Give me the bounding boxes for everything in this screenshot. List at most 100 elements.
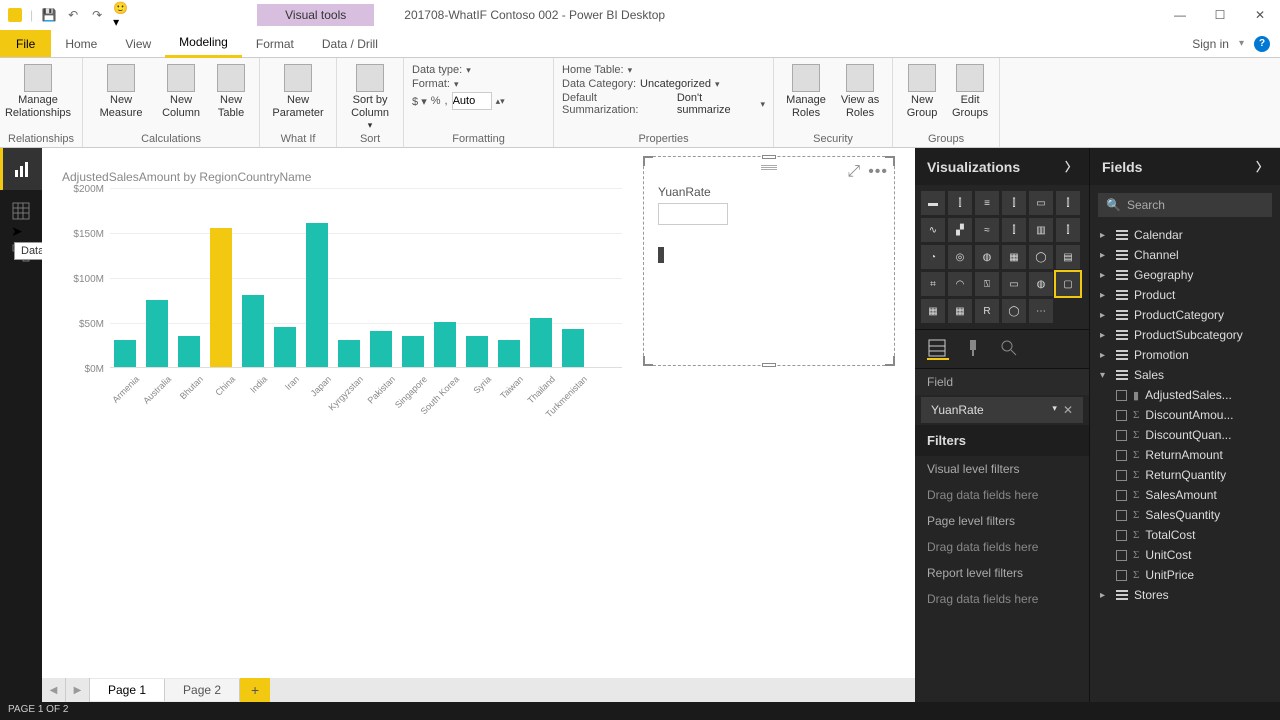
bar[interactable]	[146, 300, 168, 368]
drag-grip-icon[interactable]	[761, 165, 777, 171]
tab-view[interactable]: View	[111, 31, 165, 57]
viz-type-icon[interactable]: ▦	[948, 299, 972, 323]
tab-data-drill[interactable]: Data / Drill	[308, 31, 392, 57]
tab-home[interactable]: Home	[51, 31, 111, 57]
chevron-down-icon[interactable]: ▾	[1052, 403, 1057, 417]
field-row[interactable]: ΣSalesQuantity	[1090, 505, 1280, 525]
field-row[interactable]: ΣDiscountAmou...	[1090, 405, 1280, 425]
viz-type-icon[interactable]: ◎	[948, 245, 972, 269]
viz-type-icon[interactable]: ▥	[1029, 218, 1053, 242]
table-row[interactable]: ▸ProductSubcategory	[1090, 325, 1280, 345]
checkbox[interactable]	[1116, 470, 1127, 481]
report-view-button[interactable]	[0, 148, 42, 190]
report-canvas[interactable]: AdjustedSalesAmount by RegionCountryName…	[42, 148, 915, 678]
bar[interactable]	[338, 340, 360, 367]
viz-type-icon[interactable]: ⫿	[1002, 191, 1026, 215]
new-measure-button[interactable]: New Measure	[91, 62, 151, 120]
viz-type-icon[interactable]: ◍	[975, 245, 999, 269]
bar-chart[interactable]: $200M $150M $100M $50M $0M ArmeniaAustra…	[62, 188, 622, 408]
bar[interactable]	[370, 331, 392, 367]
field-row[interactable]: ΣTotalCost	[1090, 525, 1280, 545]
field-row[interactable]: ΣUnitPrice	[1090, 565, 1280, 585]
checkbox[interactable]	[1116, 450, 1127, 461]
new-table-button[interactable]: New Table	[211, 62, 251, 120]
viz-type-icon[interactable]: ▭	[1002, 272, 1026, 296]
checkbox[interactable]	[1116, 550, 1127, 561]
viz-type-icon[interactable]: ⫿	[1056, 191, 1080, 215]
fields-tool[interactable]	[927, 338, 949, 360]
save-icon[interactable]: 💾	[41, 7, 57, 23]
page-tab-1[interactable]: Page 1	[90, 679, 165, 701]
table-row[interactable]: ▸Product	[1090, 285, 1280, 305]
chevron-down-icon[interactable]: ▾	[1239, 38, 1244, 49]
bar[interactable]	[402, 336, 424, 368]
checkbox[interactable]	[1116, 530, 1127, 541]
viz-type-icon[interactable]: ◯	[1002, 299, 1026, 323]
bar[interactable]	[306, 223, 328, 367]
bar[interactable]	[210, 228, 232, 368]
analytics-tool[interactable]	[999, 338, 1021, 360]
slicer-input[interactable]	[658, 203, 728, 225]
table-row[interactable]: ▸Promotion	[1090, 345, 1280, 365]
checkbox[interactable]	[1116, 410, 1127, 421]
viz-type-icon[interactable]: ▦	[921, 299, 945, 323]
slicer-slider[interactable]	[658, 247, 664, 263]
bar[interactable]	[434, 322, 456, 367]
viz-type-icon[interactable]: ▞	[948, 218, 972, 242]
viz-type-icon[interactable]: ▦	[1002, 245, 1026, 269]
stepper-icon[interactable]: ▴▾	[496, 96, 505, 107]
manage-roles-button[interactable]: Manage Roles	[782, 62, 830, 120]
field-row[interactable]: ΣSalesAmount	[1090, 485, 1280, 505]
table-row[interactable]: ▸Calendar	[1090, 225, 1280, 245]
signin-link[interactable]: Sign in	[1192, 37, 1229, 51]
view-as-roles-button[interactable]: View as Roles	[836, 62, 884, 120]
undo-icon[interactable]: ↶	[65, 7, 81, 23]
bar[interactable]	[466, 336, 488, 368]
help-icon[interactable]: ?	[1254, 36, 1270, 52]
viz-type-icon[interactable]: ⌗	[921, 272, 945, 296]
smiley-icon[interactable]: 🙂▾	[113, 7, 129, 23]
page-next-button[interactable]: ▶	[66, 678, 90, 702]
bar[interactable]	[274, 327, 296, 368]
field-row[interactable]: ▮AdjustedSales...	[1090, 385, 1280, 405]
minimize-button[interactable]: —	[1160, 1, 1200, 29]
viz-type-icon[interactable]: ⫿	[1056, 218, 1080, 242]
new-group-button[interactable]: New Group	[901, 62, 943, 120]
page-tab-2[interactable]: Page 2	[165, 679, 240, 701]
viz-type-icon[interactable]: ⫿	[1002, 218, 1026, 242]
viz-type-icon[interactable]: ◔	[921, 245, 945, 269]
field-row[interactable]: ΣReturnAmount	[1090, 445, 1280, 465]
decimal-input[interactable]	[452, 92, 492, 110]
field-row[interactable]: ΣDiscountQuan...	[1090, 425, 1280, 445]
bar[interactable]	[178, 336, 200, 368]
table-row[interactable]: ▸Channel	[1090, 245, 1280, 265]
table-row[interactable]: ▸ProductCategory	[1090, 305, 1280, 325]
maximize-button[interactable]: ☐	[1200, 1, 1240, 29]
viz-type-icon[interactable]: ▢	[1056, 272, 1080, 296]
filter-drop-1[interactable]: Drag data fields here	[915, 482, 1089, 508]
fields-header[interactable]: Fields〉	[1090, 148, 1280, 185]
field-row[interactable]: ΣUnitCost	[1090, 545, 1280, 565]
viz-type-icon[interactable]: ◍	[1029, 272, 1053, 296]
focus-mode-icon[interactable]: ⤢	[847, 163, 860, 181]
new-column-button[interactable]: New Column	[157, 62, 205, 120]
bar[interactable]	[530, 318, 552, 368]
viz-type-icon[interactable]: ◠	[948, 272, 972, 296]
viz-type-icon[interactable]: ▤	[1056, 245, 1080, 269]
slicer-visual[interactable]: ⤢ ••• YuanRate	[643, 156, 895, 366]
visualizations-header[interactable]: Visualizations〉	[915, 148, 1089, 185]
checkbox[interactable]	[1116, 390, 1127, 401]
bar[interactable]	[114, 340, 136, 367]
edit-groups-button[interactable]: Edit Groups	[949, 62, 991, 120]
bar[interactable]	[498, 340, 520, 367]
bar[interactable]	[242, 295, 264, 367]
bar[interactable]	[562, 329, 584, 367]
viz-type-icon[interactable]: ◯	[1029, 245, 1053, 269]
field-well-value[interactable]: YuanRate ▾✕	[921, 397, 1083, 423]
tab-format[interactable]: Format	[242, 31, 308, 57]
add-page-button[interactable]: +	[240, 678, 270, 702]
viz-type-icon[interactable]: ⋯	[1029, 299, 1053, 323]
checkbox[interactable]	[1116, 490, 1127, 501]
table-row[interactable]: ▸Geography	[1090, 265, 1280, 285]
redo-icon[interactable]: ↷	[89, 7, 105, 23]
